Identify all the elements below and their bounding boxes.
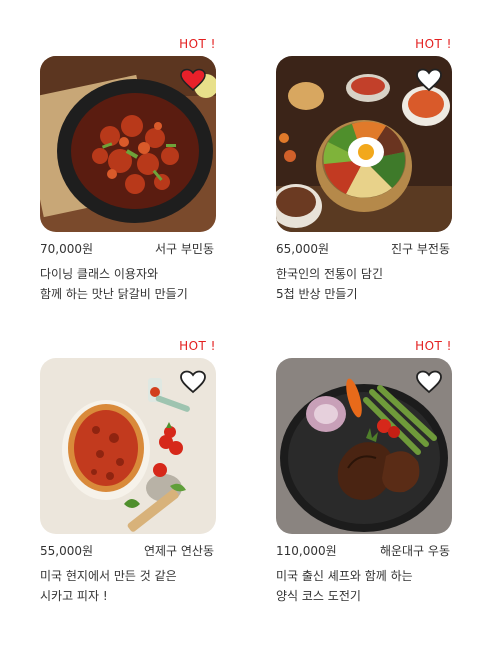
title-line: 시카고 피자 ! [40, 589, 108, 603]
spicy-chicken-pan-image[interactable] [40, 56, 216, 232]
favorite-heart-icon[interactable] [180, 370, 206, 394]
hot-badge: HOT ! [179, 339, 216, 353]
card-meta: 70,000원 서구 부민동 [40, 240, 216, 256]
hot-badge: HOT ! [415, 339, 452, 353]
card-meta: 55,000원 연제구 연산동 [40, 542, 216, 558]
location: 연제구 연산동 [143, 544, 214, 558]
favorite-heart-icon[interactable] [180, 68, 206, 92]
class-title[interactable]: 미국 현지에서 만든 것 같은 시카고 피자 ! [40, 566, 230, 606]
bibimbap-image[interactable] [276, 56, 452, 232]
title-line: 다이닝 클래스 이용자와 [40, 267, 159, 281]
chicago-pizza-image[interactable] [40, 358, 216, 534]
title-line: 미국 출신 셰프와 함께 하는 [276, 569, 413, 583]
class-title[interactable]: 한국인의 전통이 담긴 5첩 반상 만들기 [276, 264, 466, 304]
title-line: 양식 코스 도전기 [276, 589, 361, 603]
card-meta: 110,000원 해운대구 우동 [276, 542, 452, 558]
class-title[interactable]: 미국 출신 셰프와 함께 하는 양식 코스 도전기 [276, 566, 466, 606]
hot-badge: HOT ! [415, 37, 452, 51]
location: 해운대구 우동 [379, 544, 450, 558]
title-line: 5첩 반상 만들기 [276, 287, 358, 301]
steak-plate-image[interactable] [276, 358, 452, 534]
class-title[interactable]: 다이닝 클래스 이용자와 함께 하는 맛난 닭갈비 만들기 [40, 264, 230, 304]
card-meta: 65,000원 진구 부전동 [276, 240, 452, 256]
location: 진구 부전동 [390, 242, 450, 256]
favorite-heart-icon[interactable] [416, 68, 442, 92]
location: 서구 부민동 [154, 242, 214, 256]
title-line: 함께 하는 맛난 닭갈비 만들기 [40, 287, 188, 301]
price: 110,000원 [276, 544, 337, 558]
hot-badge: HOT ! [179, 37, 216, 51]
price: 65,000원 [276, 242, 330, 256]
favorite-heart-icon[interactable] [416, 370, 442, 394]
price: 70,000원 [40, 242, 94, 256]
title-line: 한국인의 전통이 담긴 [276, 267, 383, 281]
title-line: 미국 현지에서 만든 것 같은 [40, 569, 177, 583]
price: 55,000원 [40, 544, 94, 558]
